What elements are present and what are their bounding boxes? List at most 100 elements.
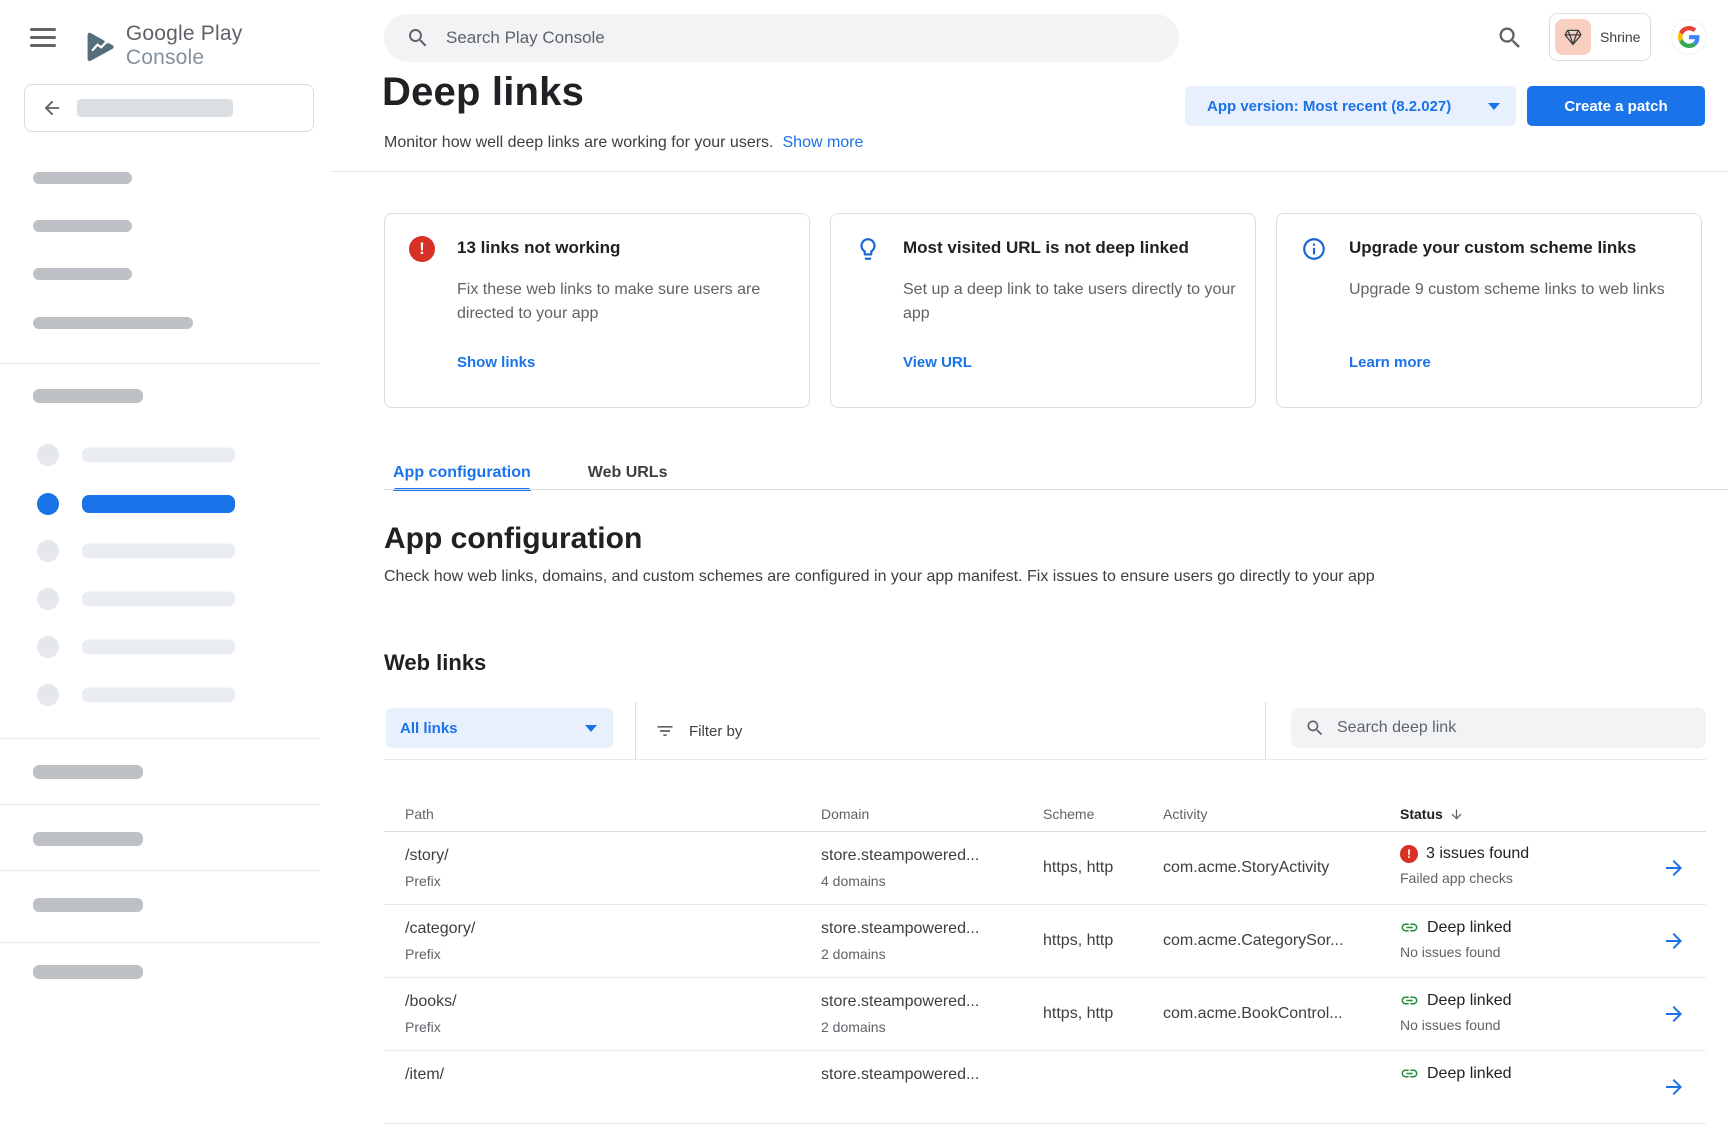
app-switcher[interactable]: Shrine bbox=[1549, 13, 1651, 61]
table-row[interactable]: /item/ store.steampowered... Deep linked bbox=[384, 1051, 1706, 1124]
skeleton-section-label[interactable] bbox=[33, 765, 143, 779]
hamburger-menu-icon[interactable] bbox=[30, 28, 66, 47]
path-type: Prefix bbox=[405, 946, 821, 962]
app-version-dropdown[interactable]: App version: Most recent (8.2.027) bbox=[1185, 86, 1516, 126]
domain-count: 4 domains bbox=[821, 873, 1043, 889]
table-header: Path Domain Scheme Activity Status bbox=[384, 797, 1706, 832]
scheme-value: https, http bbox=[1043, 905, 1163, 977]
skeleton-bar bbox=[82, 544, 235, 559]
skeleton-section-label[interactable] bbox=[33, 965, 143, 979]
table-row[interactable]: /story/Prefix store.steampowered...4 dom… bbox=[384, 832, 1706, 905]
sidebar-nav-item[interactable] bbox=[0, 531, 320, 571]
card-title: Upgrade your custom scheme links bbox=[1349, 238, 1636, 258]
card-body: Set up a deep link to take users directl… bbox=[903, 278, 1239, 326]
info-icon bbox=[1301, 236, 1327, 262]
table-row[interactable]: /category/Prefix store.steampowered...2 … bbox=[384, 905, 1706, 978]
back-navigation[interactable] bbox=[24, 84, 314, 132]
app-name: Shrine bbox=[1600, 29, 1640, 45]
play-console-logo-text: Google Play Console bbox=[126, 22, 320, 70]
sort-descending-icon bbox=[1449, 807, 1464, 822]
open-row-arrow-icon[interactable] bbox=[1662, 856, 1686, 880]
table-row[interactable]: /books/Prefix store.steampowered...2 dom… bbox=[384, 978, 1706, 1051]
sidebar-nav-item[interactable] bbox=[0, 435, 320, 475]
page-subtitle: Monitor how well deep links are working … bbox=[384, 134, 774, 152]
column-status-sort[interactable]: Status bbox=[1400, 806, 1662, 822]
skeleton-nav-item bbox=[33, 220, 132, 232]
nav-item-icon bbox=[37, 636, 59, 658]
show-more-link[interactable]: Show more bbox=[783, 134, 864, 152]
create-patch-button[interactable]: Create a patch bbox=[1527, 86, 1705, 126]
page-title: Deep links bbox=[382, 70, 584, 115]
card-links-not-working: ! 13 links not working Fix these web lin… bbox=[384, 213, 810, 408]
skeleton-bar bbox=[77, 99, 233, 117]
scheme-value bbox=[1043, 1051, 1163, 1123]
filter-icon bbox=[655, 721, 675, 741]
status-value: Deep linked bbox=[1427, 992, 1512, 1010]
tab-bar: App configuration Web URLs bbox=[384, 455, 667, 490]
sidebar-nav-item-selected[interactable] bbox=[0, 484, 320, 524]
filter-by-button[interactable]: Filter by bbox=[655, 702, 742, 760]
sidebar-nav-item[interactable] bbox=[0, 675, 320, 715]
open-row-arrow-icon[interactable] bbox=[1662, 1002, 1686, 1026]
play-console-page: Google Play Console bbox=[0, 0, 1728, 1080]
toolbar-divider bbox=[635, 702, 636, 759]
learn-more-link[interactable]: Learn more bbox=[1349, 354, 1431, 371]
scheme-value: https, http bbox=[1043, 832, 1163, 904]
activity-value: com.acme.CategorySor... bbox=[1163, 905, 1400, 977]
play-console-logo[interactable]: Google Play Console bbox=[83, 22, 320, 70]
skeleton-bar bbox=[82, 495, 235, 513]
column-scheme[interactable]: Scheme bbox=[1043, 806, 1163, 822]
skeleton-bar bbox=[82, 688, 235, 703]
activity-value: com.acme.BookControl... bbox=[1163, 978, 1400, 1050]
skeleton-bar bbox=[82, 448, 235, 463]
section-description: Check how web links, domains, and custom… bbox=[384, 568, 1375, 586]
nav-item-icon bbox=[37, 588, 59, 610]
status-detail: No issues found bbox=[1400, 1017, 1662, 1033]
column-path[interactable]: Path bbox=[384, 806, 821, 822]
skeleton-section-label bbox=[33, 389, 143, 403]
tab-web-urls[interactable]: Web URLs bbox=[588, 455, 668, 490]
web-links-title: Web links bbox=[384, 650, 486, 676]
sidebar-nav-item[interactable] bbox=[0, 627, 320, 667]
global-search-bar[interactable] bbox=[384, 14, 1179, 62]
tab-app-configuration[interactable]: App configuration bbox=[393, 455, 531, 490]
deep-link-search-box[interactable] bbox=[1291, 708, 1706, 748]
card-title: 13 links not working bbox=[457, 238, 620, 258]
web-links-table: Path Domain Scheme Activity Status /stor… bbox=[384, 797, 1706, 1124]
shrine-app-icon bbox=[1555, 19, 1591, 55]
open-row-arrow-icon[interactable] bbox=[1662, 929, 1686, 953]
column-domain[interactable]: Domain bbox=[821, 806, 1043, 822]
status-value: 3 issues found bbox=[1426, 845, 1529, 863]
domain-count: 2 domains bbox=[821, 1019, 1043, 1035]
show-links-link[interactable]: Show links bbox=[457, 354, 535, 371]
activity-value: com.acme.StoryActivity bbox=[1163, 832, 1400, 904]
sidebar-nav-item[interactable] bbox=[0, 579, 320, 619]
skeleton-nav-item bbox=[33, 268, 132, 280]
chevron-down-icon bbox=[1488, 103, 1500, 110]
tabs-divider bbox=[384, 489, 1728, 490]
google-account-button[interactable] bbox=[1671, 19, 1707, 55]
filter-by-label: Filter by bbox=[689, 723, 742, 740]
status-detail: Failed app checks bbox=[1400, 870, 1662, 886]
open-row-arrow-icon[interactable] bbox=[1662, 1075, 1686, 1099]
deep-link-search-input[interactable] bbox=[1337, 719, 1692, 737]
skeleton-section-label[interactable] bbox=[33, 898, 143, 912]
domain-count: 2 domains bbox=[821, 946, 1043, 962]
column-activity[interactable]: Activity bbox=[1163, 806, 1400, 822]
skeleton-section-label[interactable] bbox=[33, 832, 143, 846]
nav-item-icon bbox=[37, 540, 59, 562]
deep-link-icon bbox=[1400, 918, 1419, 937]
status-detail: No issues found bbox=[1400, 944, 1662, 960]
links-filter-dropdown[interactable]: All links bbox=[386, 708, 613, 748]
path-value: /category/ bbox=[405, 920, 821, 938]
path-value: /story/ bbox=[405, 847, 821, 865]
path-value: /item/ bbox=[405, 1066, 821, 1084]
search-icon[interactable] bbox=[1496, 24, 1524, 52]
sidebar-divider bbox=[0, 363, 320, 364]
view-url-link[interactable]: View URL bbox=[903, 354, 972, 371]
domain-value: store.steampowered... bbox=[821, 993, 1043, 1011]
path-value: /books/ bbox=[405, 993, 821, 1011]
global-search-input[interactable] bbox=[446, 28, 1157, 48]
skeleton-bar bbox=[82, 640, 235, 655]
links-filter-value: All links bbox=[400, 720, 458, 737]
